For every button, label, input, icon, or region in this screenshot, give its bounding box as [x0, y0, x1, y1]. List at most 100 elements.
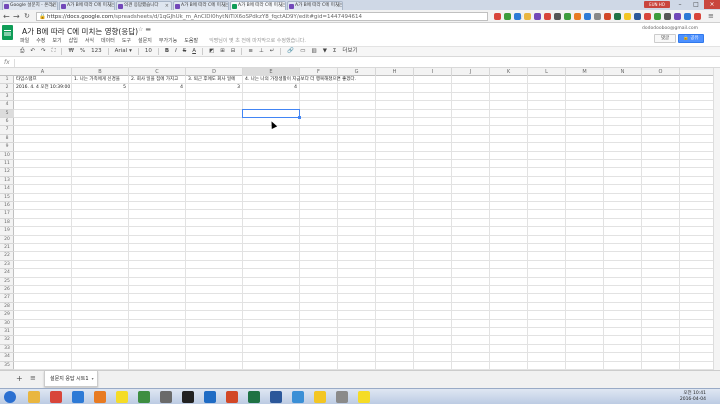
minimize-button[interactable]: –	[672, 0, 688, 9]
row-header[interactable]: 30	[0, 320, 14, 328]
word-icon[interactable]	[270, 391, 282, 403]
excel-icon[interactable]	[248, 391, 260, 403]
row-header[interactable]: 8	[0, 135, 14, 144]
menu-item[interactable]: 도움말	[184, 37, 198, 44]
row-header[interactable]: 9	[0, 143, 14, 152]
powerpoint-icon[interactable]	[226, 391, 238, 403]
column-header[interactable]: N	[604, 68, 642, 76]
close-tab-icon[interactable]: ×	[108, 2, 112, 10]
start-icon[interactable]	[4, 391, 16, 403]
url-input[interactable]: 🔒 https://docs.google.com/spreadsheets/d…	[36, 12, 523, 21]
column-header[interactable]: B	[72, 68, 129, 76]
cell-grid[interactable]: 타임스탬프 1. 나는 가족에게 신경을 2. 회사 일을 집에 가지고 3. 퇴근 …	[14, 76, 713, 370]
chevron-down-icon[interactable]: ▾	[129, 47, 132, 56]
row-header[interactable]: 20	[0, 236, 14, 244]
menu-item[interactable]: 서식	[85, 37, 94, 44]
browser-tab[interactable]: A가 B에 따라 C에 미치는 ×	[59, 1, 115, 10]
wrap-icon[interactable]: ↵	[270, 47, 275, 56]
vertical-scrollbar[interactable]	[713, 68, 720, 370]
extension-icon[interactable]	[664, 13, 671, 20]
back-icon[interactable]: ←	[3, 12, 10, 21]
row-header[interactable]: 3	[0, 93, 14, 102]
close-button[interactable]: ×	[704, 0, 720, 9]
row-header[interactable]: 28	[0, 303, 14, 312]
row-header[interactable]: 23	[0, 261, 14, 270]
chat-icon[interactable]	[358, 391, 370, 403]
row-header[interactable]: 16	[0, 202, 14, 211]
column-header[interactable]: G	[338, 68, 376, 76]
column-header[interactable]: D	[186, 68, 243, 76]
row-header[interactable]: 5	[0, 109, 14, 118]
firefox-icon[interactable]	[94, 391, 106, 403]
column-header[interactable]: J	[452, 68, 490, 76]
extension-icon[interactable]	[624, 13, 631, 20]
bold-button[interactable]: B	[165, 47, 169, 56]
extension-icon[interactable]	[654, 13, 661, 20]
column-header[interactable]: E	[243, 68, 300, 76]
extension-icon[interactable]	[634, 13, 641, 20]
last-edit-notice[interactable]: 익명님이 몇 초 전에 마지막으로 수정했습니다.	[209, 37, 306, 44]
menu-item[interactable]: 수정	[36, 37, 45, 44]
comment-icon[interactable]: ▭	[300, 47, 305, 56]
browser-user-badge[interactable]: EUN HO	[644, 1, 670, 8]
row-header[interactable]: 17	[0, 210, 14, 219]
menu-item[interactable]: 데이터	[101, 37, 115, 44]
close-tab-icon[interactable]: ×	[279, 2, 283, 10]
column-header[interactable]: I	[414, 68, 452, 76]
app-icon[interactable]	[138, 391, 150, 403]
strikethrough-button[interactable]: S	[183, 47, 187, 56]
close-tab-icon[interactable]: ×	[165, 2, 169, 10]
menu-item[interactable]: 도구	[122, 37, 131, 44]
hwp-icon[interactable]	[292, 391, 304, 403]
more-formats-button[interactable]: 123	[91, 47, 102, 56]
fill-color-icon[interactable]: ◩	[209, 47, 214, 56]
user-email[interactable]: dododooboo@gmail.com	[642, 26, 698, 31]
print-icon[interactable]: ⎙	[20, 47, 24, 56]
browser-tab[interactable]: A가 B에 따라 C에 미치는 ×	[287, 1, 343, 10]
comments-button[interactable]: 댓글	[654, 34, 676, 43]
chrome-menu-icon[interactable]: ≡	[708, 12, 714, 21]
vertical-align-icon[interactable]: ⊥	[259, 47, 264, 56]
extension-icon[interactable]	[694, 13, 701, 20]
sheet-tab-active[interactable]: 설문지 응답 시트1 ▾	[44, 371, 98, 387]
font-family-select[interactable]: Arial	[115, 47, 127, 56]
menu-item[interactable]: 보기	[52, 37, 61, 44]
spreadsheet-grid[interactable]: ABCDEFGHIJKLMNO 1 2 3 4 5 6 7 8 9 10 11 12 13 14 15 16 1…	[0, 68, 713, 370]
maximize-button[interactable]: □	[688, 0, 704, 9]
row-header[interactable]: 7	[0, 126, 14, 135]
percent-format-button[interactable]: %	[80, 47, 85, 56]
data-cell[interactable]: 4	[129, 84, 183, 92]
column-header[interactable]: F	[300, 68, 338, 76]
extension-icon[interactable]	[674, 13, 681, 20]
browser-tab[interactable]: A가 B에 따라 C에 미치는 ×	[173, 1, 229, 10]
document-title[interactable]: A가 B에 따라 C에 미치는 영향(응답)	[22, 26, 138, 37]
extension-icon[interactable]	[644, 13, 651, 20]
row-header[interactable]: 12	[0, 168, 14, 177]
row-header[interactable]: 19	[0, 227, 14, 236]
function-icon[interactable]: Σ	[333, 47, 336, 56]
data-cell[interactable]: 3	[186, 84, 240, 92]
explorer-icon[interactable]	[28, 391, 40, 403]
browser-tab[interactable]: 의견 응답했습니다 ×	[116, 1, 172, 10]
outlook-icon[interactable]	[204, 391, 216, 403]
paint-format-icon[interactable]: ⛶	[52, 47, 56, 56]
fill-handle[interactable]	[298, 116, 301, 119]
menu-item[interactable]: 부가기능	[159, 37, 177, 44]
extension-icon[interactable]	[574, 13, 581, 20]
close-tab-icon[interactable]: ×	[336, 2, 340, 10]
header-cell[interactable]: 2. 회사 일을 집에 가지고	[131, 76, 178, 84]
media-icon[interactable]	[160, 391, 172, 403]
italic-button[interactable]: I	[175, 47, 177, 56]
extension-icon[interactable]	[524, 13, 531, 20]
reload-icon[interactable]: ↻	[24, 12, 30, 21]
extension-icon[interactable]	[684, 13, 691, 20]
filter-icon[interactable]: ▼	[323, 47, 327, 56]
row-header[interactable]: 31	[0, 328, 14, 337]
align-left-icon[interactable]: ≡	[248, 47, 253, 56]
row-header[interactable]: 21	[0, 244, 14, 253]
folder-icon[interactable]: ▬	[145, 26, 151, 33]
menu-item[interactable]: 설문지	[138, 37, 152, 44]
redo-icon[interactable]: ↷	[41, 47, 46, 56]
column-header[interactable]: A	[14, 68, 72, 76]
row-header[interactable]: 32	[0, 336, 14, 345]
